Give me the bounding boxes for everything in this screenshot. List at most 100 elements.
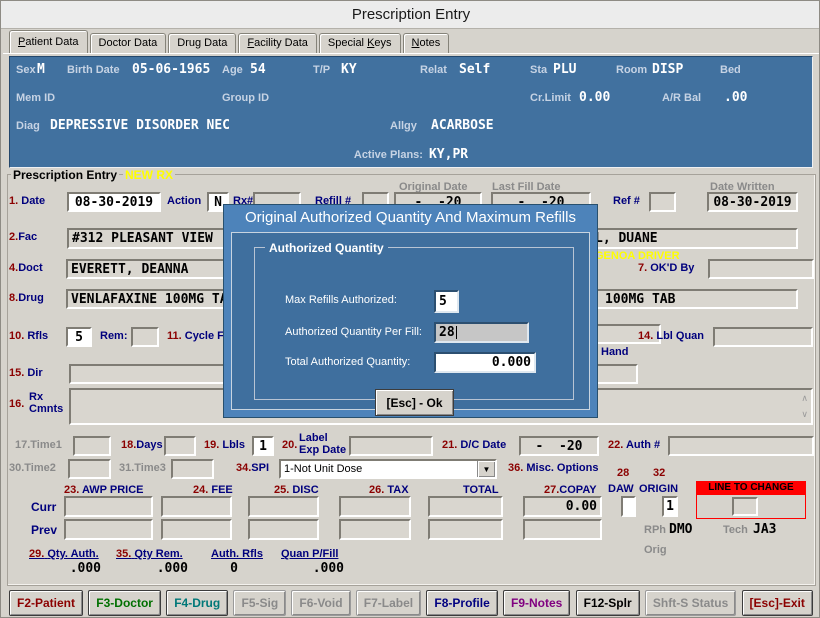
tab-special-keys[interactable]: Special Keys xyxy=(319,33,401,54)
date-field[interactable]: 08-30-2019 xyxy=(67,192,161,212)
age-label: Age xyxy=(222,64,243,76)
auth-rfls-value: 0 xyxy=(219,561,249,576)
origin-field[interactable]: 1 xyxy=(662,496,678,517)
f7-label-button[interactable]: F7-Label xyxy=(356,590,421,616)
prescription-entry-window: Prescription Entry Patient Data Doctor D… xyxy=(0,0,820,618)
spi-dropdown[interactable]: 1-Not Unit Dose ▼ xyxy=(279,459,497,479)
title-bar: Prescription Entry xyxy=(1,1,820,29)
days-label: 18.Days xyxy=(121,439,163,451)
lbl-quan-field[interactable] xyxy=(713,327,813,347)
quan-pfill-header: Quan P/Fill xyxy=(281,548,338,560)
prev-disc-field[interactable] xyxy=(248,519,319,540)
time2-label: 30.Time2 xyxy=(9,462,56,474)
birthdate-label: Birth Date xyxy=(67,64,120,76)
f5-sig-button[interactable]: F5-Sig xyxy=(233,590,286,616)
f9-notes-button[interactable]: F9-Notes xyxy=(503,590,570,616)
rph-value: DMO xyxy=(669,522,692,537)
label-exp-date-field[interactable] xyxy=(349,436,433,456)
curr-total-field[interactable] xyxy=(428,496,503,517)
diag-value: DEPRESSIVE DISORDER NEC xyxy=(50,118,230,133)
curr-awp-field[interactable] xyxy=(64,496,153,517)
ref-number-field[interactable] xyxy=(649,192,676,212)
facility-label: 2.Fac xyxy=(9,231,37,243)
time3-label: 31.Time3 xyxy=(119,462,166,474)
room-value: DISP xyxy=(652,62,683,77)
dropdown-arrow-icon[interactable]: ▼ xyxy=(477,461,495,477)
origin-number: 32 xyxy=(653,467,665,479)
active-plans-label: Active Plans: xyxy=(354,149,423,161)
total-qty-field[interactable]: 0.000 xyxy=(434,352,536,373)
dc-date-field[interactable]: - -20 xyxy=(519,436,599,456)
tab-patient-data[interactable]: Patient Data xyxy=(9,30,88,54)
date-written-field[interactable]: 08-30-2019 xyxy=(707,192,798,212)
f8-profile-button[interactable]: F8-Profile xyxy=(426,590,497,616)
rem-field[interactable] xyxy=(131,327,159,347)
diag-label: Diag xyxy=(16,120,40,132)
curr-tax-field[interactable] xyxy=(339,496,411,517)
groupid-label: Group ID xyxy=(222,92,269,104)
shft-s-status-button[interactable]: Shft-S Status xyxy=(645,590,736,616)
f2-patient-button[interactable]: F2-Patient xyxy=(9,590,83,616)
tab-facility-data[interactable]: Facility Data xyxy=(238,33,317,54)
esc-ok-button[interactable]: [Esc] - Ok xyxy=(375,389,454,416)
sex-value: M xyxy=(37,62,45,77)
arbal-label: A/R Bal xyxy=(662,92,701,104)
days-field[interactable] xyxy=(164,436,196,456)
qty-auth-header: 29. Qty. Auth. xyxy=(29,548,99,560)
fee-header: 24. FEE xyxy=(193,484,233,496)
curr-label: Curr xyxy=(31,500,56,514)
f12-splr-button[interactable]: F12-Splr xyxy=(576,590,640,616)
new-rx-badge: NEW RX xyxy=(123,168,175,182)
tab-doctor-data[interactable]: Doctor Data xyxy=(90,33,167,54)
time1-field[interactable] xyxy=(73,436,111,456)
text-cursor xyxy=(456,326,457,339)
authorized-quantity-group: Authorized Quantity Max Refills Authoriz… xyxy=(254,247,574,400)
rem-label: Rem: xyxy=(100,330,128,342)
okd-by-field[interactable] xyxy=(708,259,814,279)
spi-label: 34.SPI xyxy=(236,462,269,474)
auth-number-field[interactable] xyxy=(668,436,814,456)
daw-field[interactable] xyxy=(621,496,636,517)
max-refills-field[interactable]: 5 xyxy=(434,290,459,313)
dc-date-label: 21. D/C Date xyxy=(442,439,506,451)
prev-copay-field[interactable] xyxy=(523,519,602,540)
curr-copay-field[interactable]: 0.00 xyxy=(523,496,602,517)
refills-field[interactable]: 5 xyxy=(66,327,92,347)
tab-drug-data[interactable]: Drug Data xyxy=(168,33,236,54)
f4-drug-button[interactable]: F4-Drug xyxy=(166,590,228,616)
qty-rem-header: 35. Qty Rem. xyxy=(116,548,183,560)
authorized-quantity-dialog: Original Authorized Quantity And Maximum… xyxy=(223,204,598,418)
tp-value: KY xyxy=(341,62,357,77)
prev-awp-field[interactable] xyxy=(64,519,153,540)
authorized-quantity-group-label: Authorized Quantity xyxy=(265,241,388,255)
curr-disc-field[interactable] xyxy=(248,496,319,517)
tab-notes[interactable]: Notes xyxy=(403,33,450,54)
line-to-change-field[interactable] xyxy=(732,497,758,516)
section-label: Prescription Entry xyxy=(11,168,119,182)
disc-header: 25. DISC xyxy=(274,484,319,496)
f3-doctor-button[interactable]: F3-Doctor xyxy=(88,590,161,616)
total-qty-label: Total Authorized Quantity: xyxy=(285,356,410,368)
window-title: Prescription Entry xyxy=(352,6,470,23)
qty-per-fill-field[interactable]: 28 xyxy=(434,322,529,343)
dir-label: 15. Dir xyxy=(9,367,43,379)
time2-field[interactable] xyxy=(68,459,111,479)
tab-divider xyxy=(3,53,819,54)
scroll-up-icon[interactable]: ∧ xyxy=(801,394,808,403)
prev-fee-field[interactable] xyxy=(161,519,232,540)
refills-label: 10. Rfls xyxy=(9,330,48,342)
rph-label: RPh xyxy=(644,524,666,536)
relat-label: Relat xyxy=(420,64,447,76)
qty-per-fill-label: Authorized Quantity Per Fill: xyxy=(285,326,422,338)
prev-total-field[interactable] xyxy=(428,519,503,540)
orig-label: Orig xyxy=(644,544,667,556)
prev-tax-field[interactable] xyxy=(339,519,411,540)
lbls-field[interactable]: 1 xyxy=(252,436,274,456)
curr-fee-field[interactable] xyxy=(161,496,232,517)
scroll-down-icon[interactable]: ∨ xyxy=(801,410,808,419)
time3-field[interactable] xyxy=(171,459,214,479)
dialog-title: Original Authorized Quantity And Maximum… xyxy=(224,209,597,226)
esc-exit-button[interactable]: [Esc]-Exit xyxy=(742,590,813,616)
awp-price-header: 23. AWP PRICE xyxy=(64,484,143,496)
f6-void-button[interactable]: F6-Void xyxy=(291,590,350,616)
